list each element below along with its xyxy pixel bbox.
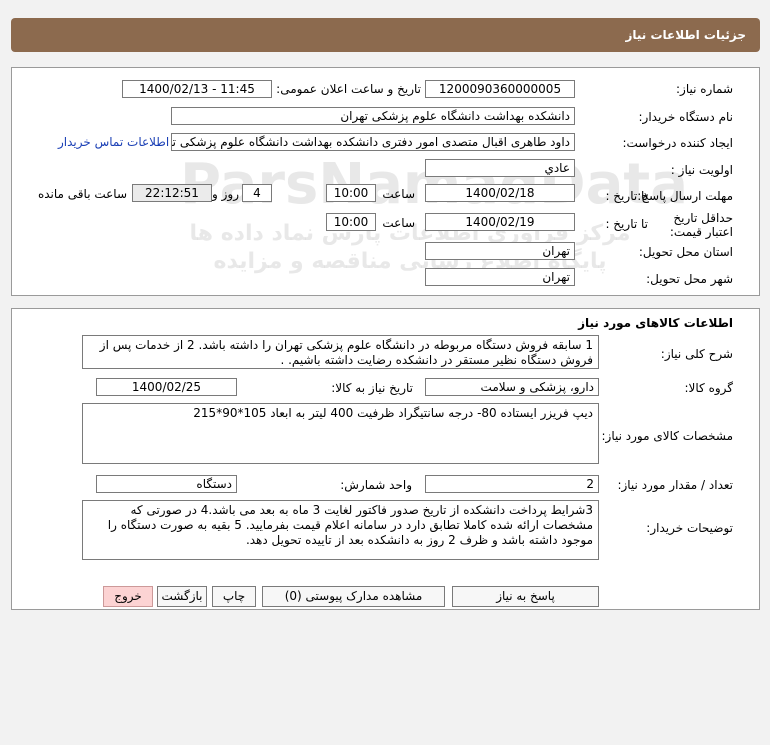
- buyer-org-field: دانشکده بهداشت دانشگاه علوم پزشکی تهران: [171, 107, 575, 125]
- send-date-field: 1400/02/18: [425, 184, 575, 202]
- province-field: تهران: [425, 242, 575, 260]
- need-number-label: شماره نیاز:: [676, 82, 733, 96]
- validity-date-field: 1400/02/19: [425, 213, 575, 231]
- send-time-field: 10:00: [326, 184, 376, 202]
- contact-info-link[interactable]: اطلاعات تماس خریدار: [58, 135, 169, 149]
- send-deadline-label: مهلت ارسال پاسخ:: [637, 189, 733, 203]
- send-until-date-label: تا تاریخ :: [605, 189, 648, 203]
- buyer-notes-label: توضیحات خریدار:: [646, 521, 733, 535]
- exit-button[interactable]: خروج: [103, 586, 153, 607]
- goods-section-title: اطلاعات کالاهای مورد نیاز: [578, 316, 733, 330]
- specs-label: مشخصات کالای مورد نیاز:: [601, 429, 733, 443]
- page-title-bar: جزئیات اطلاعات نیاز: [11, 18, 760, 52]
- city-field: تهران: [425, 268, 575, 286]
- unit-label: واحد شمارش:: [340, 478, 412, 492]
- specs-field: دیپ فریزر ایستاده 80- درجه سانتیگراد ظرف…: [82, 403, 599, 464]
- need-date-label: تاریخ نیاز به کالا:: [331, 381, 413, 395]
- need-date-field: 1400/02/25: [96, 378, 237, 396]
- validity-until-date-label: تا تاریخ :: [605, 217, 648, 231]
- view-attachments-button[interactable]: مشاهده مدارک پیوستی (0): [262, 586, 445, 607]
- back-button[interactable]: بازگشت: [157, 586, 207, 607]
- page-title: جزئیات اطلاعات نیاز: [625, 28, 746, 42]
- validity-time-field: 10:00: [326, 213, 376, 231]
- announce-label: تاریخ و ساعت اعلان عمومی:: [276, 82, 421, 96]
- summary-field: 1 سابقه فروش دستگاه مربوطه در دانشگاه عل…: [82, 335, 599, 369]
- need-number-field: 1200090360000005: [425, 80, 575, 98]
- days-label: روز و: [212, 187, 239, 201]
- city-label: شهر محل تحویل:: [646, 272, 733, 286]
- buyer-org-label: نام دستگاه خریدار:: [638, 110, 734, 124]
- print-button[interactable]: چاپ: [212, 586, 256, 607]
- send-time-label: ساعت: [382, 187, 415, 201]
- priority-field: عادي: [425, 159, 575, 177]
- goods-group-label: گروه کالا:: [684, 381, 734, 395]
- priority-label: اولویت نیاز :: [670, 163, 733, 177]
- requester-field: داود طاهری اقبال متصدی امور دفتری دانشکد…: [171, 133, 575, 151]
- buyer-notes-field: 3شرایط پرداخت دانشکده از تاریخ صدور فاکت…: [82, 500, 599, 560]
- qty-label: تعداد / مقدار مورد نیاز:: [617, 478, 733, 492]
- requester-label: ایجاد کننده درخواست:: [622, 136, 733, 150]
- min-validity-label: حداقل تاریخ اعتبار قیمت:: [669, 211, 733, 239]
- remaining-label: ساعت باقی مانده: [37, 187, 127, 201]
- goods-group-field: دارو، پزشکی و سلامت: [425, 378, 599, 396]
- qty-field: 2: [425, 475, 599, 493]
- reply-button[interactable]: پاسخ به نیاز: [452, 586, 599, 607]
- summary-label: شرح کلی نیاز:: [660, 347, 733, 361]
- validity-time-label: ساعت: [382, 216, 415, 230]
- province-label: استان محل تحویل:: [638, 245, 733, 259]
- announce-field: 1400/02/13 - 11:45: [122, 80, 272, 98]
- remaining-time-field: 22:12:51: [132, 184, 212, 202]
- details-panel: [11, 67, 760, 296]
- unit-field: دستگاه: [96, 475, 237, 493]
- days-field: 4: [242, 184, 272, 202]
